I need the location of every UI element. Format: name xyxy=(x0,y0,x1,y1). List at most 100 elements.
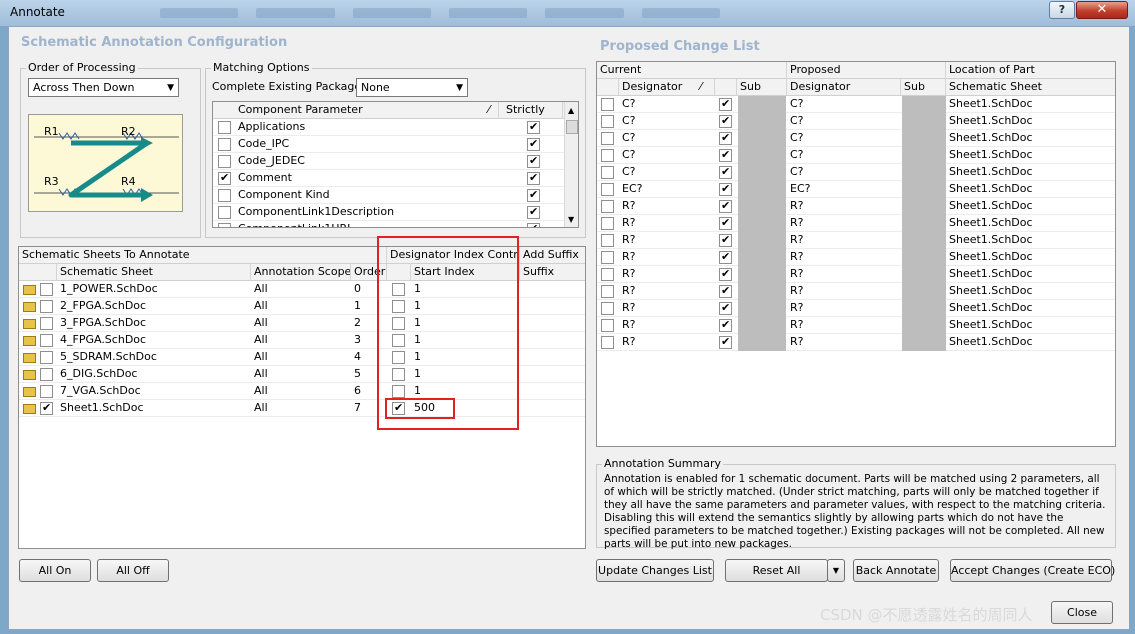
change-select-checkbox[interactable] xyxy=(601,98,614,111)
strictly-checkbox[interactable] xyxy=(527,205,540,219)
change-enabled-checkbox[interactable] xyxy=(719,301,732,315)
parameter-checkbox[interactable] xyxy=(218,121,231,134)
matching-row[interactable]: Code_IPC xyxy=(213,136,565,153)
annotation-scope[interactable]: All xyxy=(251,383,351,400)
strictly-checkbox[interactable] xyxy=(527,137,540,151)
sheet-checkbox[interactable] xyxy=(40,401,53,415)
strictly-checkbox[interactable] xyxy=(527,188,540,202)
change-row[interactable]: C? C? Sheet1.SchDoc xyxy=(597,164,1115,181)
all-off-button[interactable]: All Off xyxy=(97,559,169,582)
matching-row[interactable]: ComponentLink1URL xyxy=(213,221,565,227)
parameter-checkbox[interactable] xyxy=(218,223,231,227)
change-row[interactable]: R? R? Sheet1.SchDoc xyxy=(597,334,1115,351)
reset-all-dropdown-icon[interactable]: ▼ xyxy=(827,559,845,582)
annotation-scope[interactable]: All xyxy=(251,400,351,417)
annotation-scope[interactable]: All xyxy=(251,315,351,332)
col-location-sheet[interactable]: Schematic Sheet xyxy=(946,79,1115,96)
close-button[interactable]: Close xyxy=(1051,601,1113,624)
sheet-checkbox[interactable] xyxy=(40,351,53,364)
help-button[interactable]: ? xyxy=(1049,1,1075,19)
change-enabled-checkbox[interactable] xyxy=(719,131,732,145)
all-on-button[interactable]: All On xyxy=(19,559,91,582)
reset-all-button[interactable]: Reset All xyxy=(725,559,828,582)
change-row[interactable]: C? C? Sheet1.SchDoc xyxy=(597,147,1115,164)
change-row[interactable]: R? R? Sheet1.SchDoc xyxy=(597,283,1115,300)
matching-row[interactable]: Component Kind xyxy=(213,187,565,204)
sheet-checkbox[interactable] xyxy=(40,283,53,296)
change-select-checkbox[interactable] xyxy=(601,217,614,230)
change-select-checkbox[interactable] xyxy=(601,251,614,264)
change-select-checkbox[interactable] xyxy=(601,319,614,332)
change-row[interactable]: C? C? Sheet1.SchDoc xyxy=(597,130,1115,147)
sheet-checkbox[interactable] xyxy=(40,334,53,347)
order-of-processing-select[interactable]: Across Then Down ▼ xyxy=(28,78,179,97)
annotation-scope[interactable]: All xyxy=(251,332,351,349)
col-strictly[interactable]: Strictly xyxy=(503,102,563,119)
matching-row[interactable]: Comment xyxy=(213,170,565,187)
sheet-checkbox[interactable] xyxy=(40,368,53,381)
change-row[interactable]: R? R? Sheet1.SchDoc xyxy=(597,266,1115,283)
change-select-checkbox[interactable] xyxy=(601,166,614,179)
back-annotate-button[interactable]: Back Annotate xyxy=(853,559,939,582)
matching-row[interactable]: Applications xyxy=(213,119,565,136)
change-enabled-checkbox[interactable] xyxy=(719,335,732,349)
scroll-down-icon[interactable]: ▼ xyxy=(568,215,574,224)
matching-row[interactable]: ComponentLink1Description xyxy=(213,204,565,221)
change-enabled-checkbox[interactable] xyxy=(719,97,732,111)
change-row[interactable]: R? R? Sheet1.SchDoc xyxy=(597,249,1115,266)
change-select-checkbox[interactable] xyxy=(601,200,614,213)
accept-changes-button[interactable]: Accept Changes (Create ECO) xyxy=(950,559,1115,582)
change-row[interactable]: R? R? Sheet1.SchDoc xyxy=(597,198,1115,215)
sheet-checkbox[interactable] xyxy=(40,385,53,398)
strictly-checkbox[interactable] xyxy=(527,171,540,185)
col-proposed-designator[interactable]: Designator xyxy=(787,79,901,96)
parameter-checkbox[interactable] xyxy=(218,189,231,202)
strictly-checkbox[interactable] xyxy=(527,222,540,227)
parameter-checkbox[interactable] xyxy=(218,138,231,151)
change-select-checkbox[interactable] xyxy=(601,336,614,349)
strictly-checkbox[interactable] xyxy=(527,154,540,168)
col-component-parameter[interactable]: Component Parameter xyxy=(235,102,499,119)
change-select-checkbox[interactable] xyxy=(601,302,614,315)
change-select-checkbox[interactable] xyxy=(601,115,614,128)
change-select-checkbox[interactable] xyxy=(601,132,614,145)
complete-packages-select[interactable]: None ▼ xyxy=(356,78,468,97)
annotation-scope[interactable]: All xyxy=(251,366,351,383)
matching-row[interactable]: Code_JEDEC xyxy=(213,153,565,170)
change-select-checkbox[interactable] xyxy=(601,149,614,162)
col-annotation-scope[interactable]: Annotation Scope xyxy=(251,264,351,281)
window-close-button[interactable]: ✕ xyxy=(1076,1,1128,19)
change-enabled-checkbox[interactable] xyxy=(719,267,732,281)
parameter-checkbox[interactable] xyxy=(218,206,231,219)
annotation-scope[interactable]: All xyxy=(251,349,351,366)
col-proposed-sub[interactable]: Sub xyxy=(901,79,946,96)
change-enabled-checkbox[interactable] xyxy=(719,165,732,179)
sheet-checkbox[interactable] xyxy=(40,300,53,313)
change-select-checkbox[interactable] xyxy=(601,234,614,247)
sheet-checkbox[interactable] xyxy=(40,317,53,330)
change-row[interactable]: C? C? Sheet1.SchDoc xyxy=(597,96,1115,113)
col-current-sub[interactable]: Sub xyxy=(737,79,787,96)
change-enabled-checkbox[interactable] xyxy=(719,148,732,162)
scroll-up-icon[interactable]: ▲ xyxy=(568,106,574,115)
parameter-checkbox[interactable] xyxy=(218,155,231,168)
change-select-checkbox[interactable] xyxy=(601,285,614,298)
col-schematic-sheet[interactable]: Schematic Sheet xyxy=(57,264,251,281)
change-select-checkbox[interactable] xyxy=(601,183,614,196)
change-enabled-checkbox[interactable] xyxy=(719,114,732,128)
annotation-scope[interactable]: All xyxy=(251,298,351,315)
change-enabled-checkbox[interactable] xyxy=(719,216,732,230)
change-row[interactable]: R? R? Sheet1.SchDoc xyxy=(597,232,1115,249)
change-row[interactable]: EC? EC? Sheet1.SchDoc xyxy=(597,181,1115,198)
change-enabled-checkbox[interactable] xyxy=(719,199,732,213)
change-select-checkbox[interactable] xyxy=(601,268,614,281)
matching-scrollbar[interactable]: ▲ ▼ xyxy=(564,102,578,227)
change-row[interactable]: R? R? Sheet1.SchDoc xyxy=(597,317,1115,334)
scroll-thumb[interactable] xyxy=(566,120,578,134)
col-suffix[interactable]: Suffix xyxy=(520,264,585,281)
update-changes-button[interactable]: Update Changes List xyxy=(596,559,714,582)
parameter-checkbox[interactable] xyxy=(218,171,231,185)
strictly-checkbox[interactable] xyxy=(527,120,540,134)
change-enabled-checkbox[interactable] xyxy=(719,250,732,264)
change-enabled-checkbox[interactable] xyxy=(719,318,732,332)
